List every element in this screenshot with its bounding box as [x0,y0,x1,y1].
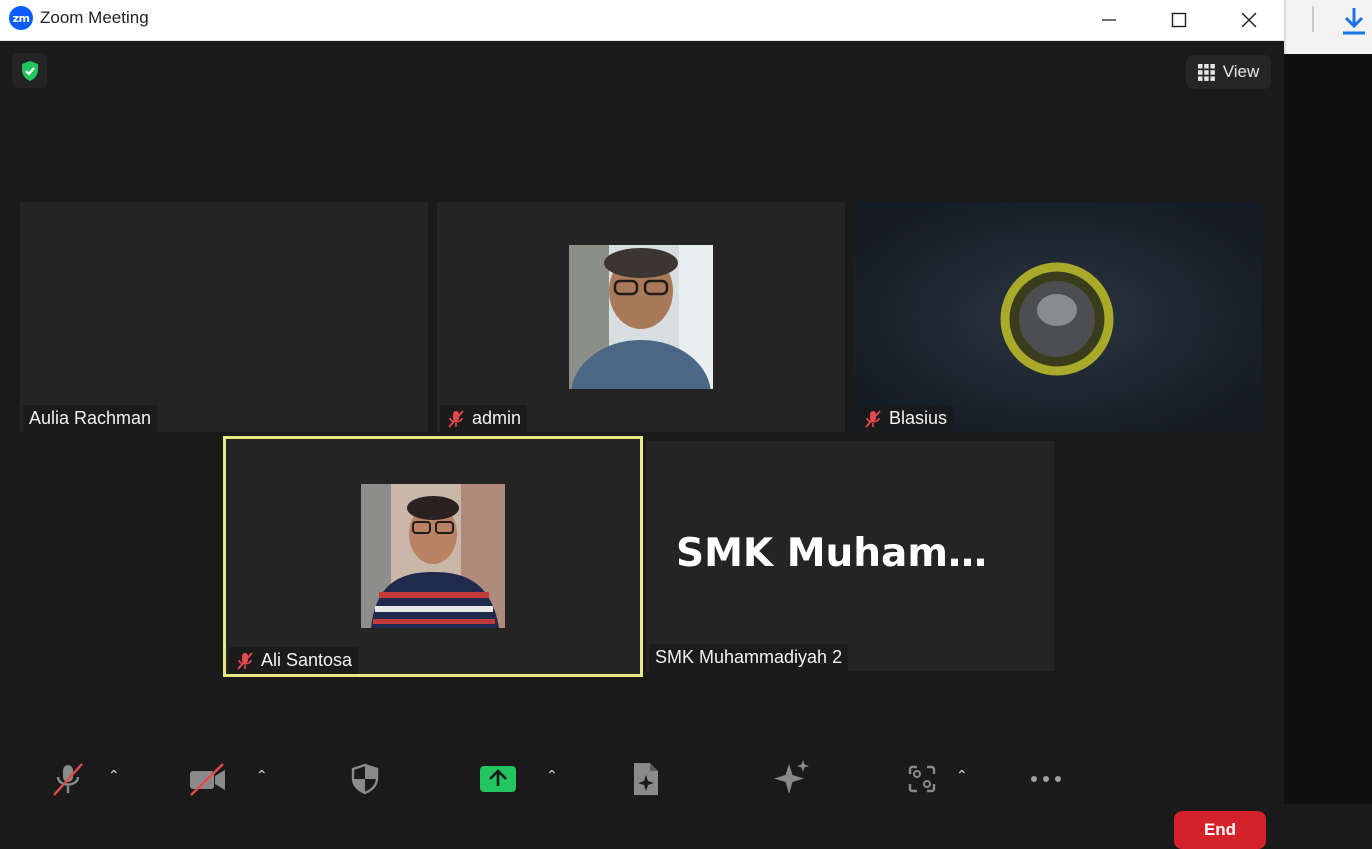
background-window-header [1284,0,1372,54]
participant-tile[interactable]: admin [437,202,845,432]
more-button[interactable] [1026,759,1066,799]
minimize-icon [1102,19,1116,21]
participant-name: Ali Santosa [261,650,353,670]
security-button[interactable] [346,759,384,799]
participant-name-bar: SMK Muhammadiyah 2 [649,644,849,671]
participant-display-name: SMK Muhamma... [676,531,1026,576]
shield-check-icon [21,60,38,81]
docs-button[interactable] [626,759,666,799]
participant-name: Blasius [889,408,948,428]
ai-companion-button[interactable] [770,757,812,799]
mic-muted-icon [863,409,883,429]
view-button[interactable]: View [1186,55,1271,89]
apps-button[interactable] [902,759,942,799]
zoom-logo: zm [9,6,33,30]
more-dots-icon [1031,776,1061,782]
participant-name: Aulia Rachman [29,408,152,428]
participant-tile[interactable]: Blasius [854,202,1262,432]
avatar [361,484,505,628]
participant-name-bar: Blasius [857,405,954,432]
start-video-button[interactable] [186,759,228,799]
divider [1312,6,1314,32]
unmute-button[interactable] [48,759,88,799]
end-meeting-button[interactable]: End [1174,811,1266,849]
video-options-caret[interactable]: ⌃ [256,768,268,784]
maximize-button[interactable] [1144,0,1214,40]
participant-tile[interactable]: Aulia Rachman [20,202,428,432]
document-sparkle-icon [634,763,658,795]
security-shield-icon [351,763,379,795]
view-label: View [1222,62,1260,81]
video-off-icon [190,763,225,796]
meeting-toolbar: ⌃ ⌃ ⌃ ⌃ End [0,745,1284,849]
avatar [569,245,713,389]
participant-name-bar: Ali Santosa [229,647,359,674]
minimize-button[interactable] [1074,0,1144,40]
maximize-icon [1171,12,1187,28]
avatar-photo [361,484,505,628]
background-window [1284,0,1372,804]
participant-name: SMK Muhammadiyah 2 [655,647,843,667]
window-title: Zoom Meeting [40,8,149,27]
mic-off-icon [53,763,83,796]
meeting-area: View Aulia Rachman admin Blasius Ali San… [0,41,1284,849]
participant-name: admin [472,408,522,428]
video-feed [854,202,1262,432]
close-icon [1241,12,1257,28]
mic-muted-icon [446,409,466,429]
share-options-caret[interactable]: ⌃ [546,768,558,784]
apps-frame-icon [908,765,936,793]
share-screen-icon [480,766,516,792]
participant-name-bar: Aulia Rachman [23,405,158,432]
grid-icon [1197,63,1215,81]
audio-options-caret[interactable]: ⌃ [108,768,120,784]
sparkle-icon [774,760,809,794]
close-button[interactable] [1214,0,1284,40]
mic-muted-icon [235,651,255,671]
participant-name-bar: admin [440,405,528,432]
encryption-indicator[interactable] [12,53,47,88]
participant-tile-active-speaker[interactable]: Ali Santosa [223,436,643,677]
download-icon[interactable] [1340,6,1368,36]
share-screen-button[interactable] [478,759,518,799]
avatar-photo [569,245,713,389]
apps-options-caret[interactable]: ⌃ [956,768,968,784]
title-bar: zm Zoom Meeting [0,0,1284,41]
participant-tile[interactable]: SMK Muhamma... SMK Muhammadiyah 2 [646,441,1054,671]
